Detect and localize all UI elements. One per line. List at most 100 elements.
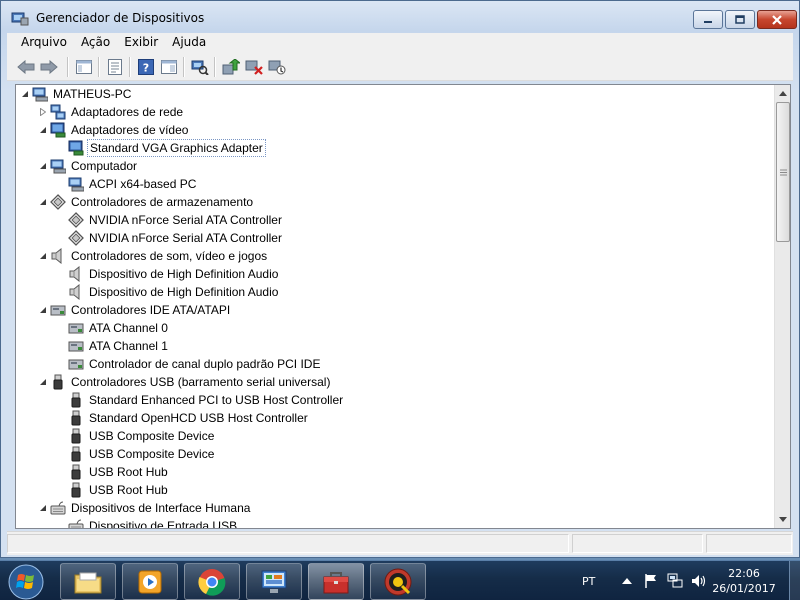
collapse-expander-icon[interactable]: [38, 157, 48, 175]
forward-button[interactable]: [38, 56, 60, 78]
show-hidden-icons-button[interactable]: [619, 573, 635, 589]
update-driver-button[interactable]: [220, 56, 242, 78]
tree-device[interactable]: ACPI x64-based PC: [56, 175, 198, 193]
tree-device[interactable]: USB Root Hub: [56, 463, 170, 481]
taskbar-app[interactable]: [370, 563, 426, 600]
tree-device-label: Dispositivo de High Definition Audio: [89, 267, 279, 281]
tree-device[interactable]: Dispositivo de High Definition Audio: [56, 265, 280, 283]
tree-category-label: Controladores IDE ATA/ATAPI: [71, 303, 231, 317]
clock[interactable]: 22:06 26/01/2017: [706, 566, 782, 596]
taskbar-control-panel[interactable]: [246, 563, 302, 600]
tree-device[interactable]: NVIDIA nForce Serial ATA Controller: [56, 211, 284, 229]
disable-device-button[interactable]: [243, 56, 265, 78]
tree-category[interactable]: Dispositivos de Interface Humana: [38, 499, 252, 517]
menu-item-acao[interactable]: Ação: [74, 33, 117, 53]
title-bar[interactable]: Gerenciador de Dispositivos: [1, 1, 799, 33]
app-icon: [384, 568, 412, 595]
action-center-button[interactable]: [643, 573, 659, 589]
taskbar-chrome[interactable]: [184, 563, 240, 600]
minimize-button[interactable]: [693, 10, 723, 29]
scroll-down-button[interactable]: [775, 511, 790, 528]
tree-device[interactable]: Standard VGA Graphics Adapter: [56, 139, 266, 157]
scan-hardware-button[interactable]: [189, 56, 211, 78]
menu-item-ajuda[interactable]: Ajuda: [165, 33, 213, 53]
back-icon: [17, 59, 35, 74]
scroll-up-button[interactable]: [775, 85, 790, 102]
scrollbar-thumb[interactable]: [776, 102, 790, 242]
collapse-expander-icon[interactable]: [38, 193, 48, 211]
toolbar-separator: [67, 56, 68, 77]
menu-item-arquivo[interactable]: Arquivo: [7, 33, 74, 53]
taskbar-media-player[interactable]: [122, 563, 178, 600]
tree-device-label: ACPI x64-based PC: [89, 177, 197, 191]
back-button[interactable]: [15, 56, 37, 78]
close-button[interactable]: [757, 10, 797, 29]
tree-category[interactable]: Controladores de armazenamento: [38, 193, 255, 211]
volume-icon: [692, 575, 706, 587]
tree-device-label: Standard OpenHCD USB Host Controller: [89, 411, 308, 425]
device-manager-toolbox-icon: [323, 571, 349, 593]
uninstall-device-button[interactable]: [266, 56, 288, 78]
usb-icon: [68, 428, 84, 444]
collapse-expander-icon[interactable]: [38, 301, 48, 319]
collapse-expander-icon[interactable]: [38, 121, 48, 139]
clock-time: 22:06: [728, 567, 760, 580]
tree-category-label: Computador: [71, 159, 138, 173]
collapse-expander-icon[interactable]: [38, 499, 48, 517]
tree-device[interactable]: Dispositivo de Entrada USB: [56, 517, 239, 528]
tree-device-label: USB Root Hub: [89, 483, 168, 497]
language-indicator[interactable]: PT: [582, 575, 595, 588]
expand-expander-icon[interactable]: [38, 103, 48, 121]
scroll-down-arrow-icon: [779, 517, 787, 522]
tree-device[interactable]: NVIDIA nForce Serial ATA Controller: [56, 229, 284, 247]
view-button[interactable]: [158, 56, 180, 78]
speaker-icon: [68, 266, 84, 282]
tree-device-label: NVIDIA nForce Serial ATA Controller: [89, 213, 282, 227]
tree-category[interactable]: Computador: [38, 157, 139, 175]
menu-item-exibir[interactable]: Exibir: [117, 33, 165, 53]
status-cell-2: [572, 534, 703, 553]
volume-button[interactable]: [691, 573, 707, 589]
system-tray: PT: [576, 561, 715, 600]
tree-category[interactable]: Controladores de som, vídeo e jogos: [38, 247, 269, 265]
network-button[interactable]: [667, 573, 683, 589]
start-button[interactable]: [4, 563, 48, 600]
tree-category[interactable]: Controladores IDE ATA/ATAPI: [38, 301, 232, 319]
show-hide-tree-button[interactable]: [73, 56, 95, 78]
taskbar-device-manager[interactable]: [308, 563, 364, 600]
show-hide-console-tree-icon: [76, 59, 92, 74]
tree-device[interactable]: Controlador de canal duplo padrão PCI ID…: [56, 355, 322, 373]
tree-device[interactable]: ATA Channel 1: [56, 337, 170, 355]
usb-icon: [68, 482, 84, 498]
tree-device[interactable]: Standard OpenHCD USB Host Controller: [56, 409, 310, 427]
usb-icon: [68, 410, 84, 426]
tree-category[interactable]: Controladores USB (barramento serial uni…: [38, 373, 332, 391]
tree-device[interactable]: USB Composite Device: [56, 427, 216, 445]
tree-device[interactable]: ATA Channel 0: [56, 319, 170, 337]
collapse-expander-icon[interactable]: [38, 373, 48, 391]
properties-button[interactable]: [104, 56, 126, 78]
vertical-scrollbar[interactable]: [774, 85, 790, 528]
collapse-expander-icon[interactable]: [38, 247, 48, 265]
tree-device-label: Dispositivo de High Definition Audio: [89, 285, 279, 299]
tree-device[interactable]: Dispositivo de High Definition Audio: [56, 283, 280, 301]
maximize-button[interactable]: [725, 10, 755, 29]
tree-root[interactable]: MATHEUS-PC: [20, 85, 133, 103]
tree-device-label: Standard Enhanced PCI to USB Host Contro…: [89, 393, 344, 407]
display-adapter-icon: [50, 122, 66, 138]
tree-device[interactable]: Standard Enhanced PCI to USB Host Contro…: [56, 391, 345, 409]
tree-category[interactable]: Adaptadores de vídeo: [38, 121, 190, 139]
show-desktop-button[interactable]: [789, 561, 800, 600]
collapse-expander-icon[interactable]: [20, 85, 30, 103]
help-button[interactable]: ?: [135, 56, 157, 78]
ide-controller-icon: [68, 338, 84, 354]
tree-device[interactable]: USB Composite Device: [56, 445, 216, 463]
status-cell-main: [7, 534, 569, 553]
tree-device[interactable]: USB Root Hub: [56, 481, 170, 499]
tree-category[interactable]: Adaptadores de rede: [38, 103, 185, 121]
taskbar-explorer[interactable]: [60, 563, 116, 600]
